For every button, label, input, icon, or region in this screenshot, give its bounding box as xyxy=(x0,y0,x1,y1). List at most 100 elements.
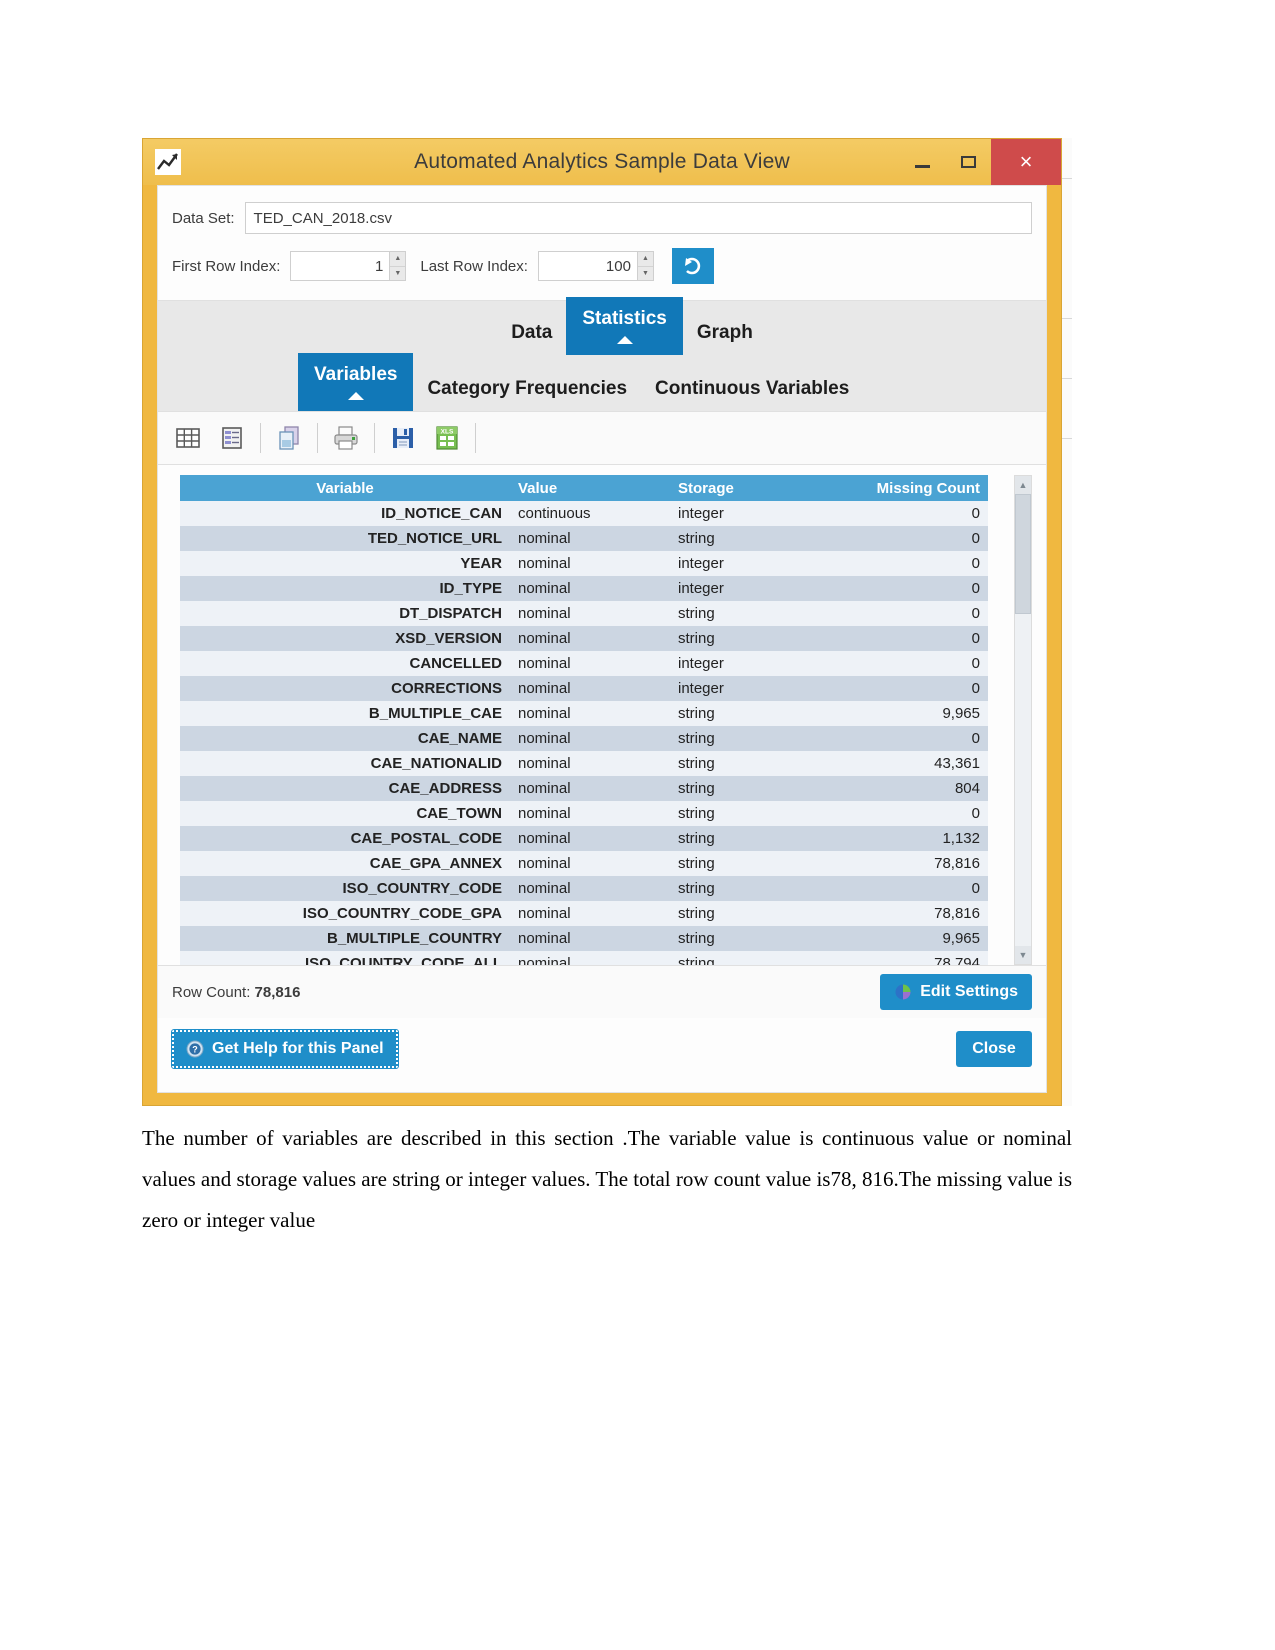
table-cell-var: B_MULTIPLE_COUNTRY xyxy=(180,926,510,951)
list-view-icon xyxy=(222,427,242,449)
table-row[interactable]: YEAR nominal integer 0 xyxy=(180,551,988,576)
toolbar-separator-3 xyxy=(374,423,375,453)
tab-category-frequencies[interactable]: Category Frequencies xyxy=(413,367,641,411)
table-cell-mis: 78,816 xyxy=(840,851,988,876)
last-row-index-stepper[interactable]: 100 ▲ ▼ xyxy=(537,251,654,281)
table-row[interactable]: CAE_GPA_ANNEX nominal string 78,816 xyxy=(180,851,988,876)
table-row[interactable]: ID_TYPE nominal integer 0 xyxy=(180,576,988,601)
grid-view-button[interactable] xyxy=(168,418,208,458)
table-cell-val: nominal xyxy=(510,576,670,601)
edit-settings-label: Edit Settings xyxy=(920,983,1018,1000)
table-cell-var: ISO_COUNTRY_CODE_GPA xyxy=(180,901,510,926)
first-row-spinner-down[interactable]: ▼ xyxy=(390,266,406,280)
last-row-spinner-up[interactable]: ▲ xyxy=(637,252,653,267)
table-cell-mis: 0 xyxy=(840,551,988,576)
svg-text:XLS: XLS xyxy=(441,428,454,435)
table-row[interactable]: XSD_VERSION nominal string 0 xyxy=(180,626,988,651)
first-row-spinner-up[interactable]: ▲ xyxy=(390,252,406,267)
table-cell-sto: string xyxy=(670,776,840,801)
table-cell-var: ISO_COUNTRY_CODE xyxy=(180,876,510,901)
get-help-button[interactable]: ? Get Help for this Panel xyxy=(171,1029,399,1069)
table-row[interactable]: CORRECTIONS nominal integer 0 xyxy=(180,676,988,701)
export-excel-button[interactable]: XLS xyxy=(427,418,467,458)
last-row-spinner-down[interactable]: ▼ xyxy=(637,266,653,280)
tab-statistics-caret-icon xyxy=(616,336,633,344)
tab-data[interactable]: Data xyxy=(497,311,566,355)
table-row[interactable]: CAE_NATIONALID nominal string 43,361 xyxy=(180,751,988,776)
table-row[interactable]: B_MULTIPLE_CAE nominal string 9,965 xyxy=(180,701,988,726)
edit-settings-button[interactable]: Edit Settings xyxy=(880,974,1032,1010)
table-cell-mis: 0 xyxy=(840,576,988,601)
table-cell-mis: 0 xyxy=(840,801,988,826)
table-cell-val: nominal xyxy=(510,901,670,926)
variables-table-region: Variable Value Storage Missing Count ID_… xyxy=(158,465,1046,965)
scroll-down-arrow[interactable]: ▼ xyxy=(1015,946,1031,964)
table-row[interactable]: CANCELLED nominal integer 0 xyxy=(180,651,988,676)
table-cell-sto: string xyxy=(670,751,840,776)
table-cell-sto: string xyxy=(670,701,840,726)
last-row-index-input[interactable]: 100 xyxy=(537,251,638,281)
copy-button[interactable] xyxy=(269,418,309,458)
table-cell-mis: 0 xyxy=(840,501,988,526)
column-header-value[interactable]: Value xyxy=(510,475,670,501)
table-body: ID_NOTICE_CAN continuous integer 0 TED_NOTIC… xyxy=(180,501,988,965)
toolbar-separator-2 xyxy=(317,423,318,453)
window-controls: × xyxy=(899,139,1061,185)
table-cell-var: CAE_ADDRESS xyxy=(180,776,510,801)
table-row[interactable]: CAE_POSTAL_CODE nominal string 1,132 xyxy=(180,826,988,851)
column-header-storage[interactable]: Storage xyxy=(670,475,840,501)
table-cell-mis: 0 xyxy=(840,726,988,751)
table-cell-sto: integer xyxy=(670,551,840,576)
table-row[interactable]: CAE_TOWN nominal string 0 xyxy=(180,801,988,826)
scroll-up-arrow[interactable]: ▲ xyxy=(1015,476,1031,494)
close-dialog-button[interactable]: Close xyxy=(956,1031,1032,1067)
tab-statistics[interactable]: Statistics xyxy=(566,297,683,355)
table-row[interactable]: ID_NOTICE_CAN continuous integer 0 xyxy=(180,501,988,526)
table-cell-var: CAE_NAME xyxy=(180,726,510,751)
refresh-icon xyxy=(684,257,701,275)
table-row[interactable]: ISO_COUNTRY_CODE_GPA nominal string 78,816 xyxy=(180,901,988,926)
table-cell-var: DT_DISPATCH xyxy=(180,601,510,626)
first-row-spinner-buttons[interactable]: ▲ ▼ xyxy=(390,251,407,281)
minimize-button[interactable] xyxy=(899,139,945,185)
table-row[interactable]: B_MULTIPLE_COUNTRY nominal string 9,965 xyxy=(180,926,988,951)
table-row[interactable]: TED_NOTICE_URL nominal string 0 xyxy=(180,526,988,551)
table-cell-sto: integer xyxy=(670,651,840,676)
table-row[interactable]: ISO_COUNTRY_CODE nominal string 0 xyxy=(180,876,988,901)
column-header-missing-count[interactable]: Missing Count xyxy=(840,475,988,501)
dataset-input[interactable]: TED_CAN_2018.csv xyxy=(244,202,1032,234)
table-cell-var: XSD_VERSION xyxy=(180,626,510,651)
table-cell-val: nominal xyxy=(510,726,670,751)
print-button[interactable] xyxy=(326,418,366,458)
tab-graph[interactable]: Graph xyxy=(683,311,767,355)
maximize-button[interactable] xyxy=(945,139,991,185)
table-cell-mis: 0 xyxy=(840,651,988,676)
tab-variables-caret-icon xyxy=(347,392,364,400)
list-view-button[interactable] xyxy=(212,418,252,458)
last-row-spinner-buttons[interactable]: ▲ ▼ xyxy=(637,251,654,281)
tab-graph-label: Graph xyxy=(696,322,753,343)
row-count-label: Row Count: xyxy=(172,983,251,1001)
close-window-button[interactable]: × xyxy=(991,139,1061,185)
table-vertical-scrollbar[interactable]: ▲ ▼ xyxy=(1014,475,1032,965)
table-cell-var: CAE_TOWN xyxy=(180,801,510,826)
table-row[interactable]: CAE_NAME nominal string 0 xyxy=(180,726,988,751)
scroll-thumb[interactable] xyxy=(1015,494,1031,614)
first-row-index-input[interactable]: 1 xyxy=(290,251,391,281)
column-header-variable[interactable]: Variable xyxy=(180,475,510,501)
table-row[interactable]: DT_DISPATCH nominal string 0 xyxy=(180,601,988,626)
tab-continuous-variables[interactable]: Continuous Variables xyxy=(641,367,863,411)
save-button[interactable] xyxy=(383,418,423,458)
table-cell-val: nominal xyxy=(510,801,670,826)
row-index-row: First Row Index: 1 ▲ ▼ Last Row Index: 1… xyxy=(158,234,1046,300)
window-body: Data Set: TED_CAN_2018.csv First Row Ind… xyxy=(157,185,1047,1093)
table-row[interactable]: ISO_COUNTRY_CODE_ALL nominal string 78,794 xyxy=(180,951,988,965)
print-icon xyxy=(334,426,358,450)
table-cell-var: TED_NOTICE_URL xyxy=(180,526,510,551)
first-row-index-stepper[interactable]: 1 ▲ ▼ xyxy=(290,251,407,281)
table-cell-val: nominal xyxy=(510,776,670,801)
refresh-button[interactable] xyxy=(671,248,714,284)
tab-variables[interactable]: Variables xyxy=(298,353,414,411)
footer-bar: ? Get Help for this Panel Close xyxy=(158,1018,1046,1080)
table-row[interactable]: CAE_ADDRESS nominal string 804 xyxy=(180,776,988,801)
